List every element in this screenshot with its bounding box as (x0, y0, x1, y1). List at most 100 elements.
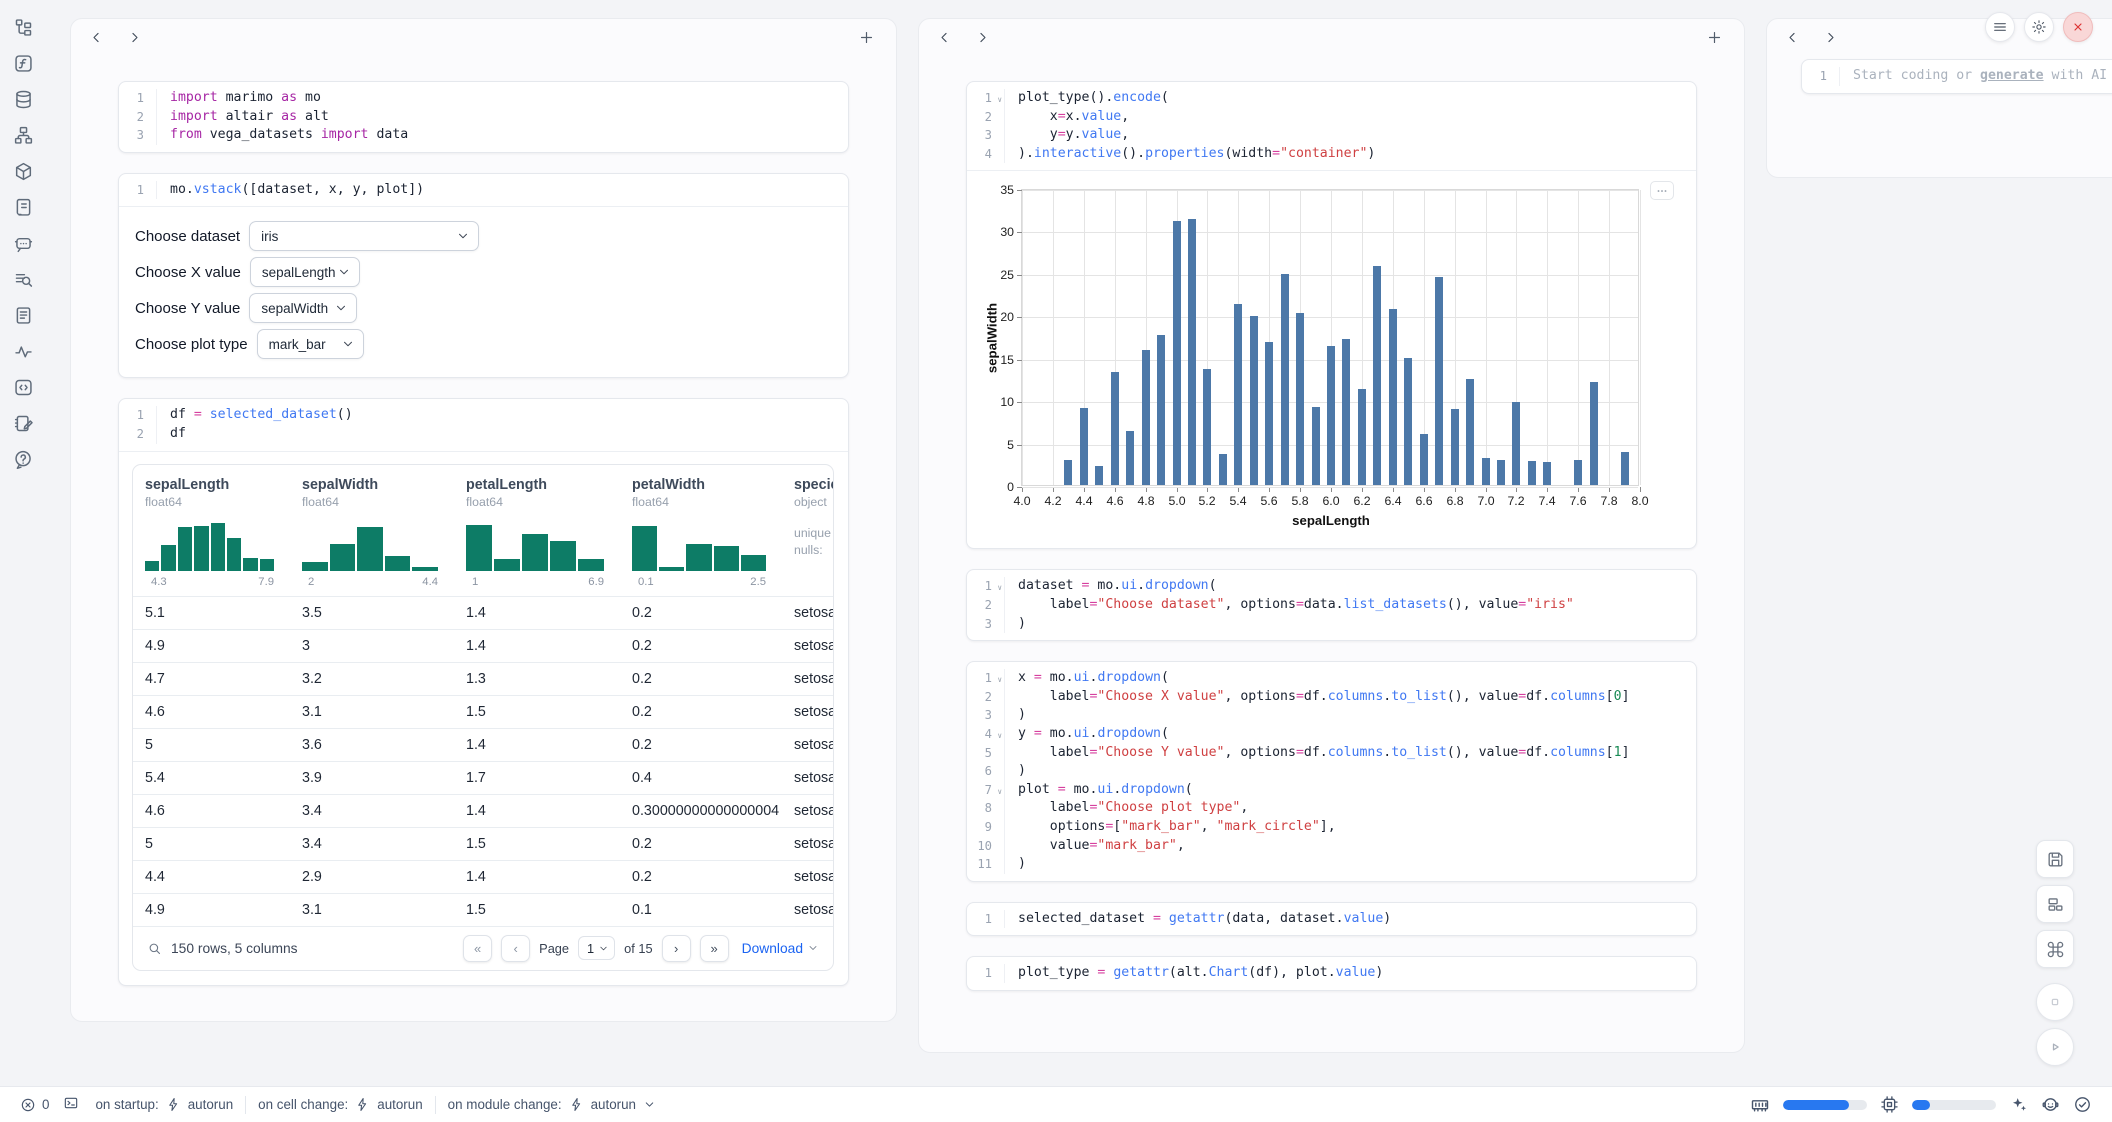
dropdown-select[interactable]: mark_bar (257, 329, 364, 359)
x-axis-title: sepalLength (1022, 513, 1640, 528)
download-button[interactable]: Download (742, 941, 819, 956)
cell-selected-dataset: 1selected_dataset = getattr(data, datase… (966, 902, 1697, 937)
chart-bar (1203, 369, 1211, 485)
table-cell: 3.9 (290, 770, 454, 786)
code-editor[interactable]: 1∨plot_type().encode(2 x=x.value,3 y=y.v… (967, 82, 1696, 170)
sidebar-document-button[interactable] (13, 305, 34, 326)
table-cell: 0.30000000000000004 (620, 803, 782, 819)
table-cell: 1.4 (454, 803, 620, 819)
search-icon[interactable] (147, 941, 162, 956)
column-move-left-button[interactable] (89, 26, 111, 48)
page-label: Page (539, 941, 569, 956)
config-label: on module change: (448, 1097, 562, 1112)
dropdown-select[interactable]: iris (249, 221, 479, 251)
last-page-button[interactable]: » (700, 935, 729, 962)
chevron-down-icon (643, 1098, 656, 1111)
x-tick-label: 7.2 (1499, 494, 1533, 508)
notebook-menu-button[interactable] (1985, 12, 2015, 42)
column-move-left-button[interactable] (1785, 26, 1807, 48)
table-column-header[interactable]: sepalLengthfloat644.37.9 (133, 477, 290, 596)
table-cell: setosa (782, 704, 834, 720)
altair-chart-output[interactable]: 4.04.24.44.64.85.05.25.45.65.86.06.26.46… (967, 170, 1696, 548)
sidebar-package-button[interactable] (13, 161, 34, 182)
dropdown-select[interactable]: sepalLength (250, 257, 360, 287)
stop-button[interactable] (2036, 983, 2074, 1021)
runtime-config-item[interactable]: on cell change:autorun (258, 1097, 423, 1112)
add-column-button[interactable] (1706, 26, 1728, 48)
sidebar-chat-bot-button[interactable] (13, 233, 34, 254)
table-row[interactable]: 5.13.51.40.2setosa (133, 596, 833, 629)
sidebar-dependency-graph-button[interactable] (13, 125, 34, 146)
column-move-left-button[interactable] (937, 26, 959, 48)
code-editor[interactable]: 1∨x = mo.ui.dropdown(2 label="Choose X v… (967, 662, 1696, 881)
table-cell: 4.6 (133, 704, 290, 720)
table-row[interactable]: 4.73.21.30.2setosa (133, 662, 833, 695)
settings-button[interactable] (2024, 12, 2054, 42)
column-move-right-button[interactable] (975, 26, 997, 48)
download-label: Download (742, 941, 803, 956)
code-editor[interactable]: 1plot_type = getattr(alt.Chart(df), plot… (967, 957, 1696, 990)
page-number: 1 (587, 941, 594, 956)
table-column-header[interactable]: speciesobjectuniquenulls: (782, 477, 834, 596)
prev-page-button[interactable]: ‹ (501, 935, 530, 962)
sidebar-scroll-button[interactable] (13, 197, 34, 218)
code-editor-empty[interactable]: 1Start coding or generate with AI (1802, 60, 2112, 93)
ram-usage-bar (1783, 1100, 1867, 1110)
table-cell: setosa (782, 836, 834, 852)
dropdown-select[interactable]: sepalWidth (249, 293, 357, 323)
code-editor[interactable]: 1∨dataset = mo.ui.dropdown(2 label="Choo… (967, 570, 1696, 640)
table-cell: 4.7 (133, 671, 290, 687)
sidebar-scratchpad-button[interactable] (13, 413, 34, 434)
layout-button[interactable] (2036, 885, 2074, 923)
table-cell: 2.9 (290, 869, 454, 885)
chart-options-button[interactable] (1650, 181, 1674, 200)
table-row[interactable]: 4.93.11.50.1setosa (133, 893, 833, 926)
table-row[interactable]: 53.61.40.2setosa (133, 728, 833, 761)
table-row[interactable]: 4.63.11.50.2setosa (133, 695, 833, 728)
sidebar-log-search-button[interactable] (13, 269, 34, 290)
sidebar-help-button[interactable] (13, 449, 34, 470)
errors-icon[interactable] (20, 1097, 36, 1113)
table-row[interactable]: 5.43.91.70.4setosa (133, 761, 833, 794)
x-tick-label: 4.6 (1098, 494, 1132, 508)
table-row[interactable]: 53.41.50.2setosa (133, 827, 833, 860)
next-page-button[interactable]: › (662, 935, 691, 962)
play-icon (2046, 1038, 2064, 1056)
column-move-right-button[interactable] (127, 26, 149, 48)
run-button[interactable] (2036, 1028, 2074, 1066)
dropdown-label: Choose X value (135, 264, 241, 281)
sidebar-file-tree-button[interactable] (13, 17, 34, 38)
sidebar-database-button[interactable] (13, 89, 34, 110)
sidebar-function-button[interactable] (13, 53, 34, 74)
column-move-right-button[interactable] (1823, 26, 1845, 48)
code-editor[interactable]: 1mo.vstack([dataset, x, y, plot]) (119, 174, 848, 207)
table-column-header[interactable]: sepalWidthfloat6424.4 (290, 477, 454, 596)
table-row[interactable]: 4.931.40.2setosa (133, 629, 833, 662)
page-select[interactable]: 1 (578, 936, 615, 960)
code-line: 11) (967, 855, 1696, 874)
shortcuts-button[interactable] (2036, 930, 2074, 968)
ai-sparkles-icon[interactable] (2009, 1095, 2028, 1114)
code-editor[interactable]: 1df = selected_dataset()2df (119, 399, 848, 450)
first-page-button[interactable]: « (463, 935, 492, 962)
add-column-button[interactable] (858, 26, 880, 48)
assistant-bot-icon[interactable] (2041, 1095, 2060, 1114)
table-column-header[interactable]: petalLengthfloat6416.9 (454, 477, 620, 596)
runtime-config-item[interactable]: on module change:autorun (448, 1097, 656, 1112)
runtime-config-item[interactable]: on startup:autorun (95, 1097, 233, 1112)
code-editor[interactable]: 1import marimo as mo2import altair as al… (119, 82, 848, 152)
terminal-button[interactable] (63, 1095, 79, 1114)
chart-plot-area[interactable]: 4.04.24.44.64.85.05.25.45.65.86.06.26.46… (1021, 189, 1639, 486)
column-histogram (466, 517, 620, 571)
table-row[interactable]: 4.42.91.40.2setosa (133, 860, 833, 893)
connection-status-icon[interactable] (2073, 1095, 2092, 1114)
sidebar-snippets-button[interactable] (13, 377, 34, 398)
table-column-header[interactable]: petalWidthfloat640.12.5 (620, 477, 782, 596)
save-button[interactable] (2036, 840, 2074, 878)
shutdown-button[interactable] (2063, 12, 2093, 42)
chart-bar (1373, 266, 1381, 485)
sidebar-tracing-button[interactable] (13, 341, 34, 362)
code-editor[interactable]: 1selected_dataset = getattr(data, datase… (967, 903, 1696, 936)
code-line: 1plot_type = getattr(alt.Chart(df), plot… (967, 964, 1696, 983)
table-row[interactable]: 4.63.41.40.30000000000000004setosa (133, 794, 833, 827)
